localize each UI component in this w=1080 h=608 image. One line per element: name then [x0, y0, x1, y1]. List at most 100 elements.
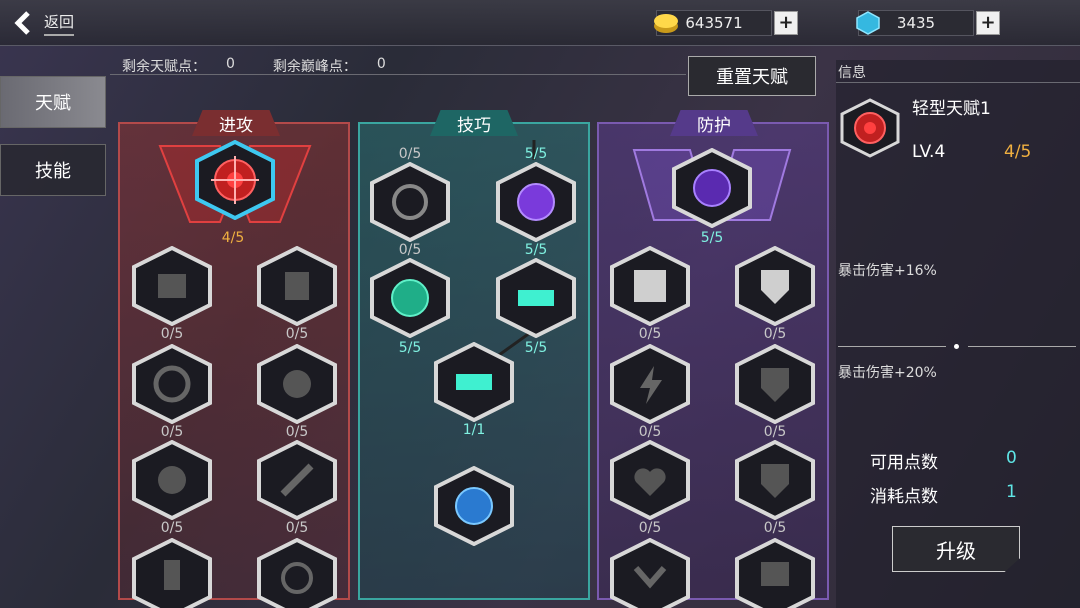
talent-points-value: 0 — [226, 56, 235, 72]
talent-node-offense-8[interactable] — [255, 537, 339, 608]
upgrade-button[interactable]: 升级 — [892, 526, 1020, 572]
gold-currency: 643571 + — [654, 9, 798, 37]
talent-node-offense-5[interactable] — [130, 439, 214, 521]
level-offense-4: 0/5 — [285, 424, 309, 440]
talent-node-skill-d[interactable] — [494, 257, 578, 339]
rocket-icon — [132, 245, 212, 327]
level-offense-top: 4/5 — [221, 230, 245, 246]
tab-skill[interactable]: 技能 — [0, 144, 106, 196]
selected-talent-icon — [840, 98, 900, 158]
level-skill-a: 0/5 — [398, 146, 422, 162]
talent-points-label: 剩余天赋点： — [122, 59, 206, 75]
talent-node-skill-b[interactable] — [494, 161, 578, 243]
talent-node-defense-1[interactable] — [608, 245, 692, 327]
wheel-icon — [370, 161, 450, 243]
level-skill-b: 5/5 — [524, 146, 548, 162]
talent-node-skill-a[interactable] — [368, 161, 452, 243]
divider — [110, 74, 686, 75]
level-offense-2: 0/5 — [285, 326, 309, 342]
battery-icon — [370, 257, 450, 339]
available-points-label: 可用点数 — [870, 453, 938, 473]
talent-node-defense-4[interactable] — [733, 343, 817, 425]
talent-node-offense-7[interactable] — [130, 537, 214, 608]
level-defense-5: 0/5 — [638, 520, 662, 536]
talent-name: 轻型天赋1 — [912, 99, 991, 119]
back-label: 返回 — [44, 11, 75, 36]
back-arrow-icon — [14, 11, 30, 35]
talent-node-defense-2[interactable] — [733, 245, 817, 327]
turret-icon — [496, 257, 576, 339]
talent-node-offense-top[interactable] — [193, 139, 277, 221]
talent-node-offense-3[interactable] — [130, 343, 214, 425]
talent-progress: 4/5 — [1004, 142, 1032, 162]
gold-coin-icon — [654, 14, 678, 33]
blue-gem-icon — [856, 11, 880, 35]
blade-icon — [257, 439, 337, 521]
shield-wheel-icon — [496, 161, 576, 243]
level-skill-g: 1/1 — [462, 422, 486, 438]
reset-talent-button[interactable]: 重置天赋 — [688, 56, 816, 96]
gem-currency: 3435 + — [856, 9, 1000, 37]
talent-node-defense-top[interactable] — [670, 147, 754, 229]
lightning-icon — [610, 343, 690, 425]
back-button[interactable]: 返回 — [10, 6, 110, 40]
peak-points-label: 剩余巅峰点： — [272, 59, 357, 75]
level-skill-e: 5/5 — [398, 340, 422, 356]
level-defense-6: 0/5 — [763, 520, 787, 536]
tab-talent[interactable]: 天赋 — [0, 76, 106, 128]
turret-icon — [434, 341, 514, 423]
level-offense-5: 0/5 — [160, 520, 184, 536]
gear-icon — [132, 439, 212, 521]
effect-separator-right — [968, 346, 1076, 347]
cost-points-label: 消耗点数 — [870, 487, 938, 507]
level-defense-4: 0/5 — [763, 424, 787, 440]
info-title: 信息 — [838, 65, 866, 81]
level-offense-6: 0/5 — [285, 520, 309, 536]
level-offense-1: 0/5 — [160, 326, 184, 342]
talent-node-skill-g[interactable] — [432, 341, 516, 423]
add-gold-button[interactable]: + — [774, 11, 798, 35]
talent-node-offense-6[interactable] — [255, 439, 339, 521]
crosshair-icon — [132, 343, 212, 425]
talent-node-skill-c[interactable] — [368, 257, 452, 339]
offense-header: 进攻 — [192, 110, 280, 136]
top-bar: 返回 643571 + 3435 + — [0, 0, 1080, 46]
wheel-icon — [257, 537, 337, 608]
effect-current: 暴击伤害+16% — [838, 263, 937, 279]
swirl-icon — [257, 343, 337, 425]
level-defense-3: 0/5 — [638, 424, 662, 440]
effect-next: 暴击伤害+20% — [838, 365, 937, 381]
defense-header: 防护 — [670, 110, 758, 136]
talent-node-defense-3[interactable] — [608, 343, 692, 425]
available-points-value: 0 — [1006, 448, 1017, 468]
talent-node-defense-5[interactable] — [608, 439, 692, 521]
talent-node-skill-ultimate[interactable] — [432, 465, 516, 547]
effect-separator-dot — [954, 344, 959, 349]
bullet-icon — [132, 537, 212, 608]
shield-icon — [735, 245, 815, 327]
missile-icon — [672, 147, 752, 229]
peak-points-value: 0 — [376, 56, 386, 72]
talent-node-offense-1[interactable] — [130, 245, 214, 327]
talent-node-defense-7[interactable] — [608, 537, 692, 608]
wheel-icon — [434, 465, 514, 547]
chevron-down-icon — [610, 537, 690, 608]
turret-icon — [257, 245, 337, 327]
talent-node-offense-2[interactable] — [255, 245, 339, 327]
level-skill-c: 0/5 — [398, 242, 422, 258]
crosshair-icon — [195, 139, 275, 221]
talent-node-offense-4[interactable] — [255, 343, 339, 425]
heart-icon — [610, 439, 690, 521]
skull-icon — [735, 439, 815, 521]
talent-node-defense-6[interactable] — [733, 439, 817, 521]
level-offense-3: 0/5 — [160, 424, 184, 440]
shield-icon — [735, 343, 815, 425]
level-defense-top: 5/5 — [700, 230, 724, 246]
remaining-points: 剩余天赋点： 0 剩余巅峰点： 0 — [122, 56, 416, 76]
cost-points-value: 1 — [1006, 482, 1017, 502]
effect-separator-left — [838, 346, 946, 347]
talent-level: LV.4 — [912, 142, 946, 162]
talent-node-defense-8[interactable] — [733, 537, 817, 608]
level-defense-1: 0/5 — [638, 326, 662, 342]
add-gem-button[interactable]: + — [976, 11, 1000, 35]
